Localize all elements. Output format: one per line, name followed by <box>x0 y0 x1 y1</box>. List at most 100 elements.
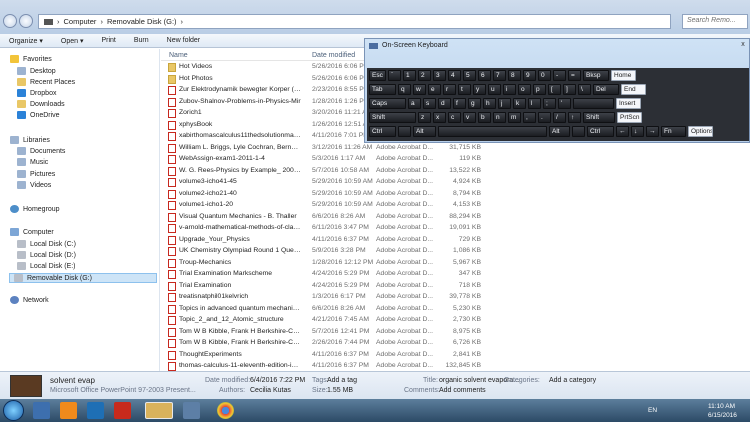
key[interactable]: [ <box>548 84 561 95</box>
key[interactable]: t <box>458 84 471 95</box>
key[interactable]: End <box>621 84 646 95</box>
key[interactable]: i <box>503 84 516 95</box>
key[interactable]: ← <box>616 126 629 137</box>
key[interactable] <box>438 126 547 137</box>
key[interactable]: = <box>568 70 581 81</box>
key[interactable]: 6 <box>478 70 491 81</box>
key[interactable]: b <box>478 112 491 123</box>
file-row[interactable]: volume2-icho21-40 5/29/2016 10:59 AM Adobe… <box>161 189 750 201</box>
key[interactable]: Del <box>593 84 619 95</box>
file-row[interactable]: Topic_2_and_12_Atomic_structure 4/21/2016… <box>161 315 750 327</box>
print-button[interactable]: Print <box>101 37 115 44</box>
key[interactable]: Esc <box>369 70 386 81</box>
key[interactable]: , <box>523 112 536 123</box>
key[interactable]: a <box>408 98 421 109</box>
key[interactable]: PrtScn <box>617 112 642 123</box>
key[interactable]: w <box>413 84 426 95</box>
key[interactable]: 0 <box>538 70 551 81</box>
key[interactable]: / <box>553 112 566 123</box>
vlc-icon[interactable] <box>60 402 77 419</box>
breadcrumb-computer[interactable]: Computer <box>64 17 97 26</box>
key[interactable]: Insert <box>616 98 641 109</box>
file-row[interactable]: Trial Examination 4/24/2016 5:29 PM Adobe … <box>161 281 750 293</box>
key[interactable]: 2 <box>418 70 431 81</box>
back-button[interactable] <box>3 14 17 28</box>
file-row[interactable]: ThoughtExperiments 4/11/2016 6:37 PM Adobe… <box>161 350 750 362</box>
key[interactable] <box>572 126 585 137</box>
sidebar-item-disk-d[interactable]: Local Disk (D:) <box>17 251 76 259</box>
column-name[interactable]: Name <box>169 52 188 59</box>
sidebar-item-disk-e[interactable]: Local Disk (E:) <box>17 262 76 270</box>
key[interactable]: Alt <box>549 126 570 137</box>
file-row[interactable]: Upgrade_Your_Physics 4/11/2016 6:37 PM Ado… <box>161 235 750 247</box>
acrobat-icon[interactable] <box>114 402 131 419</box>
file-row[interactable]: Troup-Mechanics 1/28/2016 12:12 PM Adobe A… <box>161 258 750 270</box>
file-row[interactable]: Visual Quantum Mechanics - B. Thaller 6/6… <box>161 212 750 224</box>
key[interactable]: e <box>428 84 441 95</box>
key[interactable]: Home <box>611 70 636 81</box>
key[interactable]: Caps <box>369 98 406 109</box>
search-input[interactable]: Search Remo... <box>682 14 748 29</box>
key[interactable]: j <box>498 98 511 109</box>
key[interactable] <box>573 98 614 109</box>
new-folder-button[interactable]: New folder <box>167 37 200 44</box>
word-icon[interactable] <box>87 402 104 419</box>
open-button[interactable]: Open ▾ <box>61 37 84 45</box>
key[interactable]: ' <box>558 98 571 109</box>
key[interactable]: Shift <box>583 112 615 123</box>
comments-value[interactable]: Add comments <box>439 387 486 394</box>
explorer-icon[interactable] <box>145 402 173 419</box>
key[interactable]: g <box>468 98 481 109</box>
key[interactable]: o <box>518 84 531 95</box>
key[interactable]: d <box>438 98 451 109</box>
key[interactable]: Alt <box>413 126 436 137</box>
file-row[interactable]: WebAssign-exam1-2011-1-4 5/3/2016 1:17 AM… <box>161 154 750 166</box>
key[interactable]: 3 <box>433 70 446 81</box>
file-row[interactable]: v-arnold-mathematical-methods-of-clas...… <box>161 223 750 235</box>
file-row[interactable]: Tom W B Kibble, Frank H Berkshire-Class.… <box>161 338 750 350</box>
key[interactable]: x <box>433 112 446 123</box>
categories-value[interactable]: Add a category <box>549 377 596 384</box>
key[interactable]: 1 <box>403 70 416 81</box>
sidebar-item-favorites[interactable]: Favorites <box>10 55 52 63</box>
forward-button[interactable] <box>19 14 33 28</box>
key[interactable]: ↓ <box>631 126 644 137</box>
close-button[interactable]: x <box>739 41 747 49</box>
file-row[interactable]: William L. Briggs, Lyle Cochran, Bernard… <box>161 143 750 155</box>
clock-date[interactable]: 6/15/2016 <box>708 412 737 419</box>
key[interactable]: 8 <box>508 70 521 81</box>
key[interactable] <box>398 126 411 137</box>
file-row[interactable]: W. G. Rees-Physics by Example_ 200 Prob.… <box>161 166 750 178</box>
sidebar-item-downloads[interactable]: Downloads <box>17 100 65 108</box>
key[interactable]: s <box>423 98 436 109</box>
sidebar-item-computer[interactable]: Computer <box>10 228 54 236</box>
key[interactable]: z <box>418 112 431 123</box>
key[interactable]: Tab <box>369 84 396 95</box>
key[interactable]: - <box>553 70 566 81</box>
language-indicator[interactable]: EN <box>648 407 657 414</box>
sidebar-item-disk-c[interactable]: Local Disk (C:) <box>17 240 76 248</box>
sidebar-item-recent-places[interactable]: Recent Places <box>17 78 75 86</box>
chrome-icon[interactable] <box>217 402 234 419</box>
sidebar-item-network[interactable]: Network <box>10 296 49 304</box>
file-row[interactable]: UK Chemistry Olympiad Round 1 Questi... 5… <box>161 246 750 258</box>
key[interactable]: q <box>398 84 411 95</box>
key[interactable]: Shift <box>369 112 416 123</box>
key[interactable]: c <box>448 112 461 123</box>
key[interactable]: 7 <box>493 70 506 81</box>
key[interactable]: Ctrl <box>369 126 396 137</box>
key[interactable]: 4 <box>448 70 461 81</box>
key[interactable]: n <box>493 112 506 123</box>
key[interactable]: 9 <box>523 70 536 81</box>
burn-button[interactable]: Burn <box>134 37 149 44</box>
sidebar-item-libraries[interactable]: Libraries <box>10 136 50 144</box>
key[interactable]: Options <box>688 126 713 137</box>
address-bar[interactable]: › Computer › Removable Disk (G:) › <box>38 14 671 29</box>
clock-time[interactable]: 11:10 AM <box>708 403 735 410</box>
key[interactable]: h <box>483 98 496 109</box>
file-row[interactable]: treatisnatphil01kelvrich 1/3/2016 6:17 PM… <box>161 292 750 304</box>
key[interactable]: f <box>453 98 466 109</box>
file-row[interactable]: Topics in advanced quantum mechanics ...… <box>161 304 750 316</box>
key[interactable]: ` <box>388 70 401 81</box>
breadcrumb-removable-disk[interactable]: Removable Disk (G:) <box>107 17 177 26</box>
